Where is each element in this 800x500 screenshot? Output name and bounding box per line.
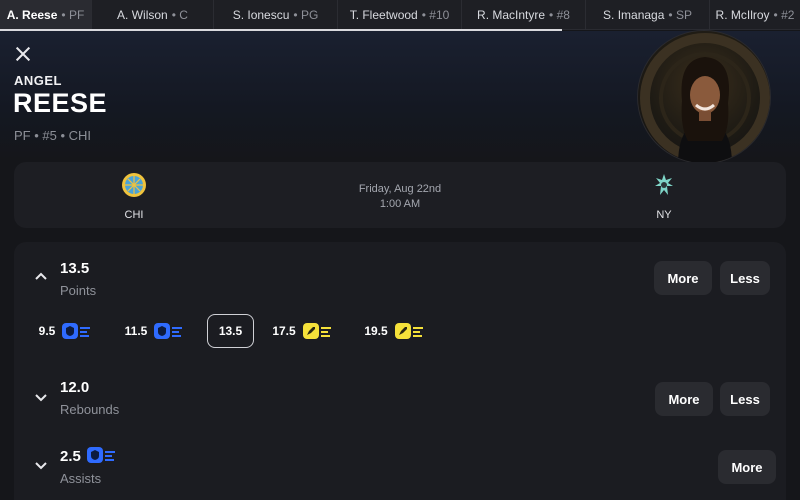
prop-line-value: 13.5 [60,260,90,277]
demon-shield-icon [62,323,91,339]
tab-s-ionescu[interactable]: S. Ionescu • PG [214,0,338,30]
away-team: NY [634,172,694,221]
tab-name: S. Ionescu [232,8,290,22]
goblin-rocket-icon [394,323,423,339]
tab-r-macintyre[interactable]: R. MacIntyre • #8 [462,0,586,30]
alt-line-value: 13.5 [218,324,243,338]
tab-name: A. Wilson [117,8,168,22]
tab-name: A. Reese [6,8,58,22]
ny-liberty-logo-icon [655,174,673,195]
tab-name: T. Fleetwood [349,8,418,22]
tab-position: • C [171,8,188,22]
tab-position: • #10 [421,8,450,22]
demon-shield-icon [87,447,115,463]
player-meta: PF • #5 • CHI [14,128,92,143]
player-first-name: ANGEL [14,73,62,88]
alt-line-option-selected[interactable]: 13.5 [207,314,254,348]
tab-a-reese[interactable]: A. Reese • PF [0,0,92,30]
prop-line-value: 12.0 [60,379,90,396]
alt-line-option[interactable]: 9.5 [30,314,100,348]
player-tab-bar: A. Reese • PF A. Wilson • C S. Ionescu • PG… [0,0,800,30]
avatar-portrait-image [640,33,770,163]
close-button[interactable] [14,45,32,63]
chevron-up-icon[interactable] [34,269,48,283]
tab-position: • #2 [773,8,795,22]
chevron-down-icon[interactable] [34,391,48,405]
alt-line-option[interactable]: 17.5 [266,314,338,348]
tab-position: • SP [668,8,692,22]
tab-r-mcilroy[interactable]: R. McIlroy • #2 [710,0,800,30]
tab-name: R. McIlroy [715,8,770,22]
tab-a-wilson[interactable]: A. Wilson • C [92,0,214,30]
props-panel: 13.5 Points More Less [14,242,786,500]
prop-stat-name: Rebounds [60,402,120,417]
tab-position: • PF [61,8,85,22]
tab-name: S. Imanaga [603,8,665,22]
less-button[interactable]: Less [720,382,770,416]
alt-line-value: 11.5 [124,324,148,338]
prop-line-value: 2.5 [60,448,81,465]
more-button[interactable]: More [655,382,713,416]
game-info-card: CHI Friday, Aug 22nd 1:00 AM NY [14,162,786,228]
prop-stat-name: Points [60,283,97,298]
prop-stat-name: Assists [60,471,102,486]
more-button[interactable]: More [718,450,776,484]
tab-position: • #8 [549,8,570,22]
player-avatar [637,30,771,164]
goblin-rocket-icon [302,323,331,339]
alt-line-value: 19.5 [364,324,388,338]
tab-name: R. MacIntyre [477,8,546,22]
less-button[interactable]: Less [720,261,770,295]
demon-shield-icon [154,323,183,339]
alt-line-value: 17.5 [272,324,296,338]
alt-line-option[interactable]: 19.5 [358,314,430,348]
more-button[interactable]: More [654,261,712,295]
alt-line-value: 9.5 [38,324,56,338]
player-last-name: REESE [13,88,108,118]
away-team-abbr: NY [656,209,672,221]
chevron-down-icon[interactable] [34,459,48,473]
tab-s-imanaga[interactable]: S. Imanaga • SP [586,0,710,30]
alt-line-option[interactable]: 11.5 [118,314,190,348]
tab-t-fleetwood[interactable]: T. Fleetwood • #10 [338,0,462,30]
tab-position: • PG [293,8,319,22]
